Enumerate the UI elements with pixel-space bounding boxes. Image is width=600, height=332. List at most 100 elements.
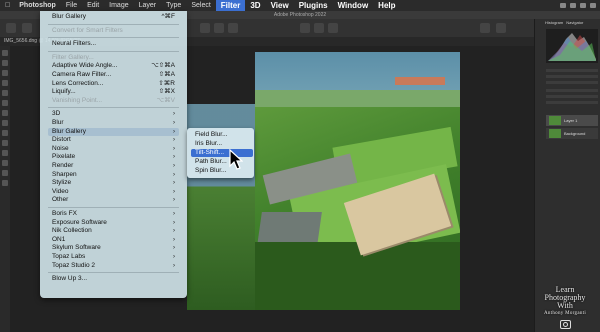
menu-help[interactable]: Help [373,0,400,11]
filter-menu-item-3d[interactable]: 3D › [52,110,179,118]
chevron-right-icon: › [173,262,175,269]
menu-file[interactable]: File [61,0,82,11]
share-icon[interactable] [496,23,506,33]
menu-item-label: Stylize [52,179,72,187]
filter-menu-item-liquify[interactable]: Liquify... ⇧⌘X [52,88,179,96]
chevron-right-icon: › [173,188,175,195]
align-icon[interactable] [200,23,210,33]
align-icon[interactable] [228,23,238,33]
chevron-right-icon: › [173,145,175,152]
menu-3d[interactable]: 3D [245,0,265,11]
filter-menu-item-other[interactable]: Other › [52,196,179,204]
menu-item-shortcut: ⌥⇧⌘A [151,62,175,70]
tool-preset-icon[interactable] [22,23,32,33]
align-icon[interactable] [214,23,224,33]
tab-navigator[interactable]: Navigator [566,20,583,26]
chevron-right-icon: › [173,154,175,161]
app-menu[interactable]: Photoshop [15,0,61,11]
menu-edit[interactable]: Edit [82,0,104,11]
hand-tool-icon[interactable] [2,170,8,176]
filter-menu-item-camera-raw-filter[interactable]: Camera Raw Filter... ⇧⌘A [52,71,179,79]
menu-item-label: Noise [52,144,69,152]
menu-separator [48,50,179,52]
layer-row[interactable]: Layer 1 [546,115,598,126]
layer-row[interactable]: Background [546,128,598,139]
filter-menu-item-topaz-labs[interactable]: Topaz Labs › [52,253,179,261]
menu-plugins[interactable]: Plugins [294,0,333,11]
menu-item-label: Sharpen [52,170,77,178]
battery-icon[interactable] [570,3,576,8]
crop-tool-icon[interactable] [2,80,8,86]
eraser-tool-icon[interactable] [2,120,8,126]
filter-menu-item-blow-up-3[interactable]: Blow Up 3... [52,275,179,283]
type-tool-icon[interactable] [2,160,8,166]
filter-menu-item-distort[interactable]: Distort › [52,136,179,144]
filter-menu-item-noise[interactable]: Noise › [52,145,179,153]
photo-canvas[interactable] [255,52,460,310]
chevron-right-icon: › [173,171,175,178]
filter-menu-item-on1[interactable]: ON1 › [52,236,179,244]
filter-menu-item-topaz-studio-2[interactable]: Topaz Studio 2 › [52,262,179,270]
filter-menu-item-skylum-software[interactable]: Skylum Software › [52,244,179,252]
stamp-tool-icon[interactable] [2,110,8,116]
filter-menu-item-blur-gallery[interactable]: Blur Gallery › [48,127,179,136]
chevron-right-icon: › [173,236,175,243]
filter-menu-item-exposure-software[interactable]: Exposure Software › [52,219,179,227]
wifi-icon[interactable] [560,3,566,8]
filter-menu-item-blur-gallery[interactable]: Blur Gallery ^⌘F [52,13,179,21]
pen-tool-icon[interactable] [2,150,8,156]
search-icon[interactable] [580,3,586,8]
filter-menu-item-video[interactable]: Video › [52,188,179,196]
menu-item-label: ON1 [52,235,66,243]
dodge-tool-icon[interactable] [2,140,8,146]
filter-menu-item-boris-fx[interactable]: Boris FX › [52,210,179,218]
home-icon[interactable] [6,23,16,33]
chevron-right-icon: › [173,219,175,226]
submenu-item-tilt-shift[interactable]: Tilt-Shift... [191,149,253,157]
filter-menu-item-convert-for-smart-filters: Convert for Smart Filters [52,27,179,35]
filter-menu-item-pixelate[interactable]: Pixelate › [52,153,179,161]
camera-icon [559,320,571,329]
menu-select[interactable]: Select [186,0,215,11]
search-icon[interactable] [480,23,490,33]
chevron-right-icon: › [173,128,175,135]
filter-menu-item-adaptive-wide-angle[interactable]: Adaptive Wide Angle... ⌥⇧⌘A [52,62,179,70]
eyedropper-tool-icon[interactable] [2,90,8,96]
marquee-tool-icon[interactable] [2,60,8,66]
menu-type[interactable]: Type [161,0,186,11]
zoom-tool-icon[interactable] [2,180,8,186]
chevron-right-icon: › [173,111,175,118]
filter-menu-item-render[interactable]: Render › [52,162,179,170]
filter-menu-item-nik-collection[interactable]: Nik Collection › [52,227,179,235]
submenu-item-field-blur[interactable]: Field Blur... [195,131,251,139]
menu-layer[interactable]: Layer [134,0,162,11]
blur-gallery-submenu: Field Blur... Iris Blur... Tilt-Shift... Pa… [187,128,254,178]
filter-menu-item-lens-correction[interactable]: Lens Correction... ⇧⌘R [52,80,179,88]
distribute-icon[interactable] [328,23,338,33]
filter-menu-item-blur[interactable]: Blur › [52,119,179,127]
menu-item-label: Boris FX [52,210,77,217]
lasso-tool-icon[interactable] [2,70,8,76]
submenu-item-iris-blur[interactable]: Iris Blur... [195,140,251,148]
filter-menu-item-stylize[interactable]: Stylize › [52,179,179,187]
menu-bar: PhotoshopFileEditImageLayerTypeSelectFi… [0,0,600,11]
menu-image[interactable]: Image [104,0,133,11]
apple-menu-icon[interactable]:  [0,0,15,11]
brush-tool-icon[interactable] [2,100,8,106]
menu-item-label: Filter Gallery... [52,53,94,61]
menu-item-label: Skylum Software [52,244,101,252]
menu-view[interactable]: View [266,0,294,11]
menu-item-label: Liquify... [52,88,76,96]
filter-menu-item-neural-filters[interactable]: Neural Filters... [52,40,179,48]
chevron-right-icon: › [173,197,175,204]
menu-window[interactable]: Window [333,0,374,11]
distribute-icon[interactable] [300,23,310,33]
move-tool-icon[interactable] [2,50,8,56]
menu-filter[interactable]: Filter [215,0,246,11]
tab-histogram[interactable]: Histogram [545,20,563,26]
gradient-tool-icon[interactable] [2,130,8,136]
filter-menu-item-sharpen[interactable]: Sharpen › [52,171,179,179]
distribute-icon[interactable] [314,23,324,33]
control-center-icon[interactable] [590,3,596,8]
filter-menu-item-filter-gallery: Filter Gallery... [52,54,179,62]
